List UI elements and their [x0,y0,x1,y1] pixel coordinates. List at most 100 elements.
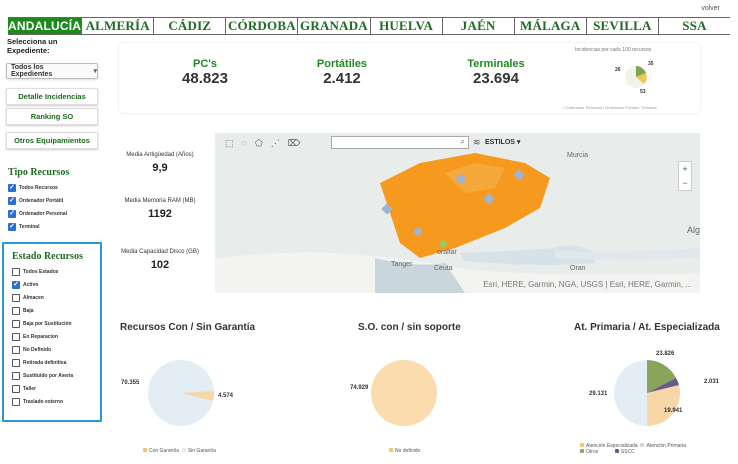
ranking-so-button[interactable]: Ranking SO [6,108,98,125]
detalle-incidencias-button[interactable]: Detalle Incidencias [6,88,98,105]
legend-swatch [580,449,584,453]
expediente-select[interactable]: Todos los Expedientes ▾ [6,63,98,79]
tab-almeria[interactable]: ALMERÍA [82,18,155,34]
kpi-terminales: Terminales 23.694 [467,58,525,87]
chevron-down-icon: ▾ [93,68,97,75]
tab-sevilla[interactable]: SEVILLA [587,18,659,34]
estado-recursos-title: Estado Recursos [12,251,83,262]
incidencias-label-b: 26 [615,67,621,73]
soporte-pie [371,360,437,426]
tipo-recursos-title: Tipo Recursos [8,167,70,178]
checkbox-icon[interactable] [12,306,20,315]
expediente-value: Todos los Expedientes [11,64,53,78]
zoom-controls[interactable]: + − [678,161,692,191]
expediente-label: Selecciona un Expediente: [7,37,58,55]
estado-item[interactable]: ✓ Activo [12,278,100,291]
map-label-oran: Oran [570,265,586,272]
clear-selection-icon[interactable]: ⌦ [288,138,301,149]
select-polygon-icon[interactable]: ⬠ [255,138,263,149]
estado-item[interactable]: Baja [12,304,100,317]
legend-swatch [181,448,186,452]
tipo-item[interactable]: ✓ Ordenador Portátil [8,194,69,207]
checkbox-checked-icon[interactable]: ✓ [8,183,16,192]
checkbox-icon[interactable] [12,358,20,367]
otros-equipamientos-button[interactable]: Otros Equipamientos [6,132,98,149]
atencion-pie [614,360,680,426]
tab-cadiz[interactable]: CÁDIZ [154,18,227,34]
checkbox-icon[interactable] [12,397,20,406]
map-label-gibraltar: oraltar [437,249,457,256]
atencion-label-b: 2.031 [704,379,720,385]
estado-item[interactable]: Todos Estados [12,265,100,278]
checkbox-icon[interactable] [12,384,20,393]
checkbox-icon[interactable] [12,293,20,302]
incidencias-pie [625,66,647,88]
estado-item[interactable]: Traslado externo [12,395,100,408]
map-label-murcia: Murcia [567,152,589,159]
estado-recursos-panel: Estado Recursos Todos Estados ✓ Activo Al… [2,242,102,422]
checkbox-icon[interactable] [12,267,20,276]
soporte-legend: No definido [389,448,420,454]
garantia-legend: Con Garantía Sin Garantía [143,448,216,454]
tipo-item[interactable]: ✓ Terminal [8,220,69,233]
tab-andalucia[interactable]: ANDALUCÍA [8,18,83,34]
checkbox-icon[interactable] [12,371,20,380]
estado-item[interactable]: Sustituido por Avería [12,369,100,382]
sidebar: Selecciona un Expediente: Todos los Expe… [2,37,102,457]
checkbox-icon[interactable] [12,332,20,341]
estado-item[interactable]: En Reparacion [12,330,100,343]
soporte-title: S.O. con / sin soporte [358,322,461,333]
tab-granada[interactable]: GRANADA [298,18,371,34]
layers-icon[interactable]: ≋ [473,137,481,148]
search-icon[interactable]: ⌕ [461,137,465,147]
estado-item[interactable]: Almacen [12,291,100,304]
atencion-title: At. Primaria / At. Especializada [574,322,720,333]
pie-slice-no-definido [371,360,437,426]
metric-antiguedad: Media Antigüedad (Años) 9,9 [126,152,194,174]
incidencias-label-c: 53 [640,89,646,95]
select-rect-icon[interactable]: ⬚ [225,138,234,149]
legend-swatch [389,448,393,452]
map-label-alg: Alg [687,225,700,235]
tab-jaen[interactable]: JAÉN [443,18,515,34]
garantia-label-sin: 4.574 [218,393,234,399]
checkbox-icon[interactable] [12,319,20,328]
tab-malaga[interactable]: MÁLAGA [515,18,587,34]
metric-disco: Media Capacidad Disco (GB) 102 [121,249,199,271]
checkbox-checked-icon[interactable]: ✓ [12,280,20,289]
atencion-label-c: 29.131 [589,391,608,397]
province-tabs: ANDALUCÍA ALMERÍA CÁDIZ CÓRDOBA GRANADA … [8,17,730,35]
volver-link[interactable]: volver [701,5,720,12]
estado-item[interactable]: No Definido [12,343,100,356]
estado-item[interactable]: Retirada definitiva [12,356,100,369]
estado-item[interactable]: Taller [12,382,100,395]
legend-swatch [614,449,619,453]
legend-swatch [143,448,147,452]
map-search-input[interactable]: ⌕ [331,136,469,149]
incidencias-title: Incidencias por cada 100 recursos [575,47,652,53]
checkbox-checked-icon[interactable]: ✓ [8,222,16,231]
tipo-item[interactable]: ✓ Todos Recursos [8,181,69,194]
atencion-label-a: 23.826 [656,351,675,357]
estado-item[interactable]: Baja por Sustitución [12,317,100,330]
tab-ssa[interactable]: SSA [659,18,730,34]
checkbox-checked-icon[interactable]: ✓ [8,209,16,218]
legend-swatch [580,443,584,447]
kpi-portatiles: Portátiles 2.412 [316,58,368,87]
tipo-item[interactable]: ✓ Ordenador Personal [8,207,69,220]
soporte-label-nd: 74.929 [350,385,369,391]
zoom-out-icon[interactable]: − [679,176,691,190]
select-circle-icon[interactable]: ◌ [242,138,247,148]
zoom-in-icon[interactable]: + [679,162,691,176]
select-point-icon[interactable]: ⋰ [271,138,280,149]
checkbox-icon[interactable] [12,345,20,354]
estilos-menu[interactable]: ESTILOS ▾ [485,138,520,146]
atencion-legend: Atención Especializada Atención Primaria… [580,443,710,455]
kpi-pcs: PC's 48.823 [182,58,228,87]
tab-cordoba[interactable]: CÓRDOBA [226,18,299,34]
garantia-pie [148,360,215,426]
map-view[interactable]: ⬚ ◌ ⬠ ⋰ ⌦ ⌕ ≋ ESTILOS ▾ + − Murcia Tange… [215,133,700,293]
tab-huelva[interactable]: HUELVA [371,18,443,34]
garantia-title: Recursos Con / Sin Garantía [120,322,256,333]
checkbox-checked-icon[interactable]: ✓ [8,196,16,205]
